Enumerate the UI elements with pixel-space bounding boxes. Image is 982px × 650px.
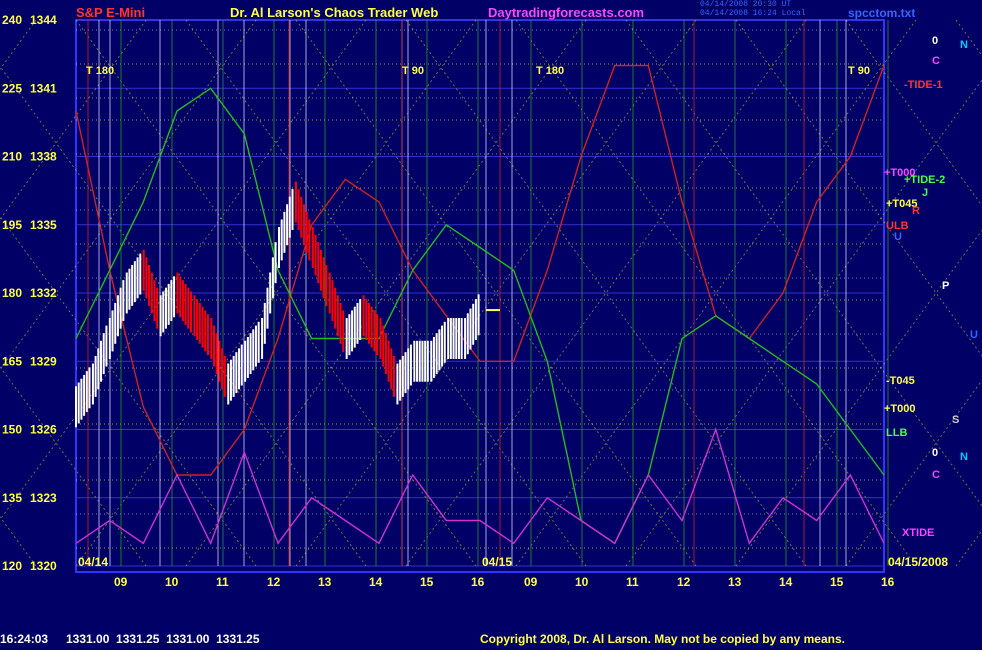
- y-tick-price: 1326: [30, 423, 57, 437]
- date-mid: 04/15: [482, 555, 513, 569]
- right-label: J: [922, 187, 928, 199]
- y-tick-left: 240: [2, 13, 22, 27]
- copyright: Copyright 2008, Dr. Al Larson. May not b…: [480, 632, 845, 646]
- right-label: LLB: [886, 427, 907, 439]
- t-label: T 90: [848, 65, 870, 77]
- angle-line: [955, 529, 982, 567]
- status-ohlc: 1331.00 1331.25 1331.00 1331.25: [66, 632, 260, 646]
- right-label: C: [932, 55, 940, 67]
- x-tick-label: 09: [114, 575, 128, 589]
- y-tick-price: 1332: [30, 286, 57, 300]
- y-tick-left: 195: [2, 218, 22, 232]
- plot-frame: [75, 19, 885, 573]
- timestamp-ut: 04/14/2008 20:30 UT: [700, 0, 792, 9]
- series-line-tide1: [75, 64, 885, 476]
- y-tick-left: 210: [2, 150, 22, 164]
- right-label: -TIDE-1: [904, 79, 943, 91]
- y-tick-price: 1344: [30, 13, 57, 27]
- right-label: U: [970, 329, 978, 341]
- timestamp-local: 04/14/2008 16:24 Local: [700, 9, 806, 18]
- right-label: N: [960, 451, 968, 463]
- x-tick-label: 10: [575, 575, 589, 589]
- file-name: spcctom.txt: [848, 6, 916, 20]
- right-label: P: [942, 280, 949, 292]
- date-left: 04/14: [78, 555, 109, 569]
- status-time: 16:24:03: [0, 632, 49, 646]
- y-tick-price: 1329: [30, 354, 57, 368]
- right-label: 0: [932, 35, 938, 47]
- x-tick-label: 16: [471, 575, 485, 589]
- x-tick-label: 16: [881, 575, 895, 589]
- chart-window: 240 1344 225 1341 210 1338 195 1335 180 1332 165 13…: [0, 0, 982, 650]
- date-right: 04/15/2008: [888, 555, 949, 569]
- angle-line: [955, 19, 982, 57]
- series-line-xtide: [75, 427, 885, 546]
- site-link[interactable]: Daytradingforecasts.com: [488, 5, 644, 20]
- chart-canvas: 240 1344 225 1341 210 1338 195 1335 180 1332 165 13…: [0, 13, 982, 589]
- x-tick-label: 15: [420, 575, 434, 589]
- right-label: 0: [932, 447, 938, 459]
- x-tick-label: 14: [779, 575, 793, 589]
- y-tick-price: 1335: [30, 218, 57, 232]
- right-label: U: [894, 231, 902, 243]
- right-label: -T045: [886, 375, 915, 387]
- right-label: +T000: [884, 403, 916, 415]
- right-label: XTIDE: [902, 527, 934, 539]
- y-tick-price: 1320: [30, 559, 57, 573]
- y-tick-left: 135: [2, 491, 22, 505]
- x-tick-label: 13: [728, 575, 742, 589]
- x-tick-label: 10: [165, 575, 179, 589]
- x-tick-label: 15: [830, 575, 844, 589]
- x-tick-label: 11: [626, 575, 639, 589]
- t-label: T 180: [86, 65, 114, 77]
- y-tick-left: 165: [2, 354, 22, 368]
- x-tick-label: 12: [267, 575, 281, 589]
- x-tick-label: 13: [318, 575, 332, 589]
- x-tick-label: 11: [216, 575, 229, 589]
- x-tick-label: 12: [677, 575, 691, 589]
- right-label: N: [960, 39, 968, 51]
- y-tick-left: 150: [2, 423, 22, 437]
- y-tick-left: 180: [2, 286, 22, 300]
- right-label: +TIDE-2: [904, 174, 945, 186]
- symbol-title: S&P E-Mini: [76, 5, 146, 20]
- t-label: T 90: [402, 65, 424, 77]
- y-tick-left: 225: [2, 81, 22, 95]
- y-tick-price: 1341: [30, 81, 57, 95]
- right-label: R: [912, 205, 920, 217]
- right-label: C: [932, 469, 940, 481]
- right-label: S: [952, 414, 959, 426]
- chart-title: Dr. Al Larson's Chaos Trader Web: [230, 5, 439, 20]
- y-tick-price: 1338: [30, 150, 57, 164]
- t-label: T 180: [536, 65, 564, 77]
- y-tick-price: 1323: [30, 491, 57, 505]
- y-tick-left: 120: [2, 559, 22, 573]
- x-tick-label: 09: [524, 575, 538, 589]
- x-tick-label: 14: [369, 575, 383, 589]
